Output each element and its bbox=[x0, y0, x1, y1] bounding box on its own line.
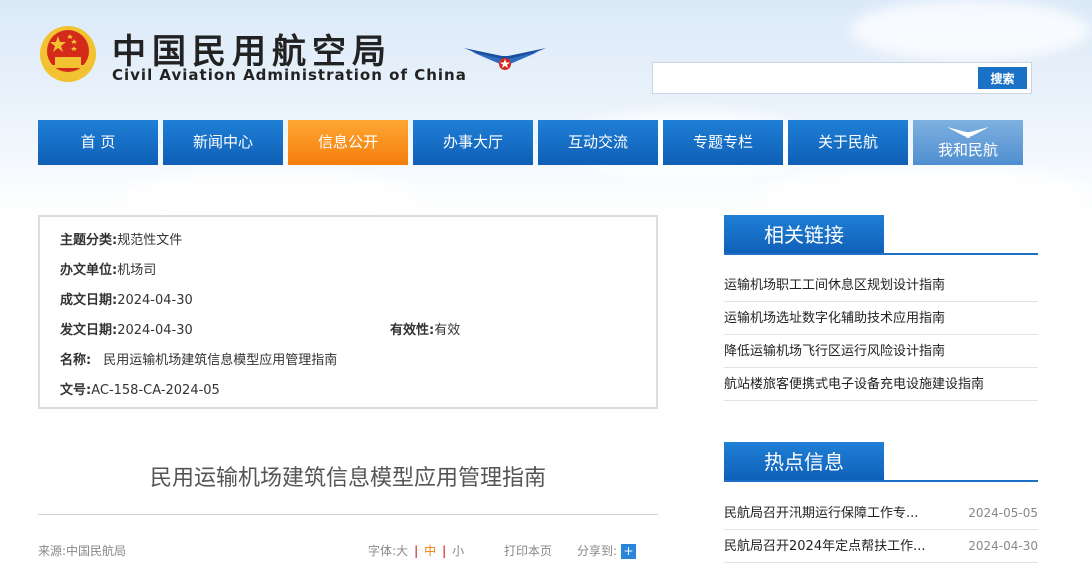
info-label: 文号: bbox=[60, 383, 92, 398]
share-controls: 分享到: + bbox=[577, 542, 637, 559]
info-value: 机场司 bbox=[117, 263, 157, 278]
hot-info-item[interactable]: 民航局召开2024年定点帮扶工作... 2024-04-30 bbox=[724, 530, 1038, 563]
nav-item-label: 我和民航 bbox=[937, 141, 998, 159]
info-label: 名称: bbox=[60, 353, 92, 368]
nav-item-me-and-caac[interactable]: 我和民航 bbox=[913, 120, 1023, 165]
related-link-item[interactable]: 运输机场选址数字化辅助技术应用指南 bbox=[724, 302, 1038, 335]
info-label: 办文单位: bbox=[60, 263, 118, 278]
font-size-large-link[interactable]: 大 bbox=[396, 544, 408, 558]
hot-info-date: 2024-05-05 bbox=[968, 506, 1038, 520]
info-value: 民用运输机场建筑信息模型应用管理指南 bbox=[103, 353, 338, 368]
info-row-name: 名称: 民用运输机场建筑信息模型应用管理指南 bbox=[60, 349, 337, 368]
search-button[interactable]: 搜索 bbox=[978, 67, 1027, 89]
info-label: 有效性: bbox=[390, 323, 435, 338]
hot-info-title[interactable]: 民航局召开汛期运行保障工作专... bbox=[724, 497, 939, 530]
nav-item-info-disclosure[interactable]: 信息公开 bbox=[288, 120, 408, 165]
info-value: 2024-04-30 bbox=[117, 293, 193, 308]
document-info-panel: 主题分类:规范性文件 办文单位:机场司 成文日期:2024-04-30 发文日期… bbox=[38, 215, 658, 409]
divider bbox=[724, 253, 1038, 255]
info-label: 成文日期: bbox=[60, 293, 118, 308]
nav-item-service-hall[interactable]: 办事大厅 bbox=[413, 120, 533, 165]
info-value: 规范性文件 bbox=[117, 233, 183, 248]
hot-info-title[interactable]: 民航局召开2024年定点帮扶工作... bbox=[724, 530, 939, 563]
info-value: 有效 bbox=[434, 323, 461, 338]
search-bar: 搜索 bbox=[652, 62, 1032, 94]
info-row-validity: 有效性:有效 bbox=[390, 319, 460, 338]
site-title-en: Civil Aviation Administration of China bbox=[112, 66, 467, 84]
nav-item-home[interactable]: 首 页 bbox=[38, 120, 158, 165]
nav-item-special-topics[interactable]: 专题专栏 bbox=[663, 120, 783, 165]
article-title: 民用运输机场建筑信息模型应用管理指南 bbox=[149, 466, 546, 491]
font-size-medium-link[interactable]: 中 bbox=[424, 544, 436, 558]
share-plus-icon[interactable]: + bbox=[621, 544, 637, 559]
hot-info-item[interactable]: 民航局召开汛期运行保障工作专... 2024-05-05 bbox=[724, 497, 1038, 530]
hot-info-date: 2024-04-30 bbox=[968, 539, 1038, 553]
info-value: 2024-04-30 bbox=[117, 323, 193, 338]
related-link-item[interactable]: 航站楼旅客便携式电子设备充电设施建设指南 bbox=[724, 368, 1038, 401]
divider bbox=[38, 514, 658, 515]
related-link-item[interactable]: 运输机场职工工间休息区规划设计指南 bbox=[724, 269, 1038, 302]
info-row-created-date: 成文日期:2024-04-30 bbox=[60, 289, 193, 308]
related-links-heading: 相关链接 bbox=[724, 215, 884, 255]
info-value: AC-158-CA-2024-05 bbox=[91, 383, 220, 398]
font-size-controls: 字体:大 | 中 | 小 bbox=[368, 544, 465, 558]
nav-item-about[interactable]: 关于民航 bbox=[788, 120, 908, 165]
font-size-small-link[interactable]: 小 bbox=[452, 544, 464, 558]
font-size-label: 字体: bbox=[368, 544, 397, 558]
info-label: 发文日期: bbox=[60, 323, 118, 338]
national-emblem-icon bbox=[40, 26, 96, 82]
divider bbox=[724, 480, 1038, 482]
print-link[interactable]: 打印本页 bbox=[504, 542, 552, 559]
related-link-item[interactable]: 降低运输机场飞行区运行风险设计指南 bbox=[724, 335, 1038, 368]
info-row-doc-number: 文号:AC-158-CA-2024-05 bbox=[60, 379, 220, 398]
nav-item-news[interactable]: 新闻中心 bbox=[163, 120, 283, 165]
info-row-topic: 主题分类:规范性文件 bbox=[60, 229, 182, 248]
article-source: 来源:中国民航局 bbox=[38, 544, 127, 558]
info-label: 主题分类: bbox=[60, 233, 118, 248]
info-row-issued-date: 发文日期:2024-04-30 bbox=[60, 319, 193, 338]
hot-info-heading: 热点信息 bbox=[724, 442, 884, 482]
share-label: 分享到: bbox=[577, 544, 618, 558]
search-input[interactable] bbox=[657, 67, 977, 89]
nav-item-interaction[interactable]: 互动交流 bbox=[538, 120, 658, 165]
caac-wing-logo-icon bbox=[464, 48, 546, 70]
info-row-office: 办文单位:机场司 bbox=[60, 259, 156, 278]
